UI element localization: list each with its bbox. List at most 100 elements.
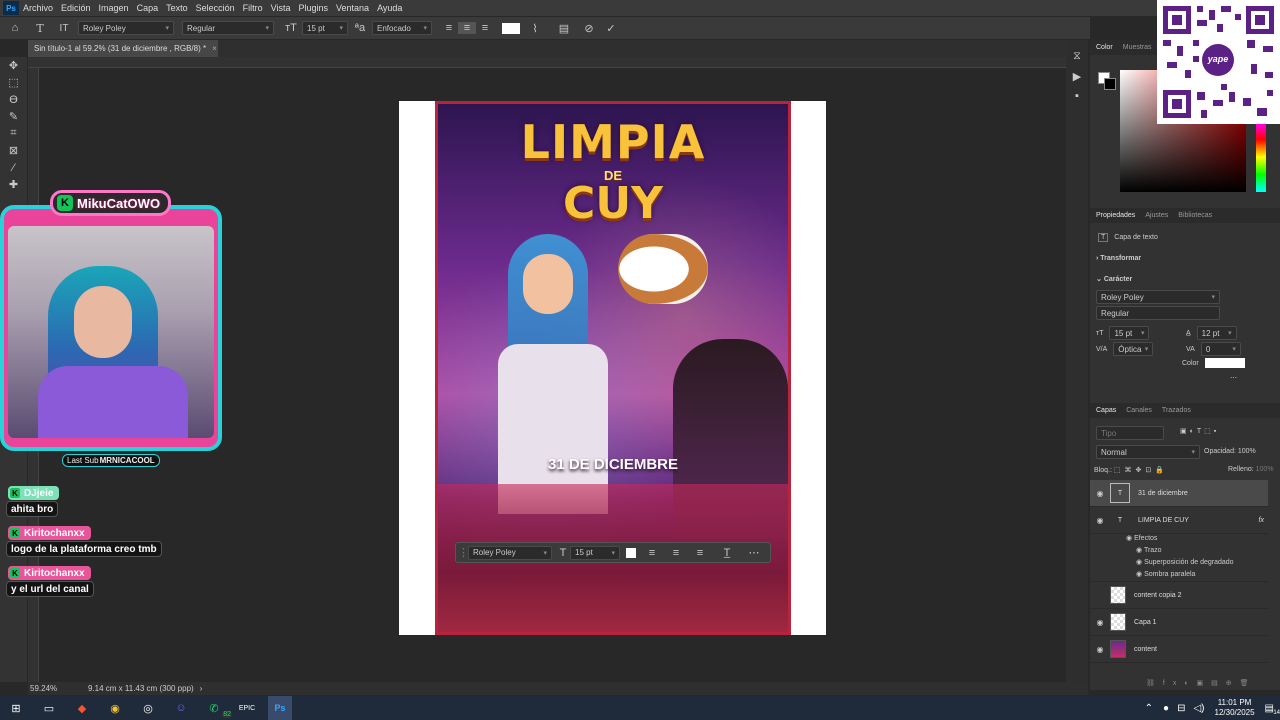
windows-start-icon[interactable]: ⊞ bbox=[4, 696, 28, 720]
document-tab[interactable]: Sin título-1 al 59.2% (31 de diciembre ,… bbox=[28, 40, 218, 57]
layer-row[interactable]: ◉ T LIMPIA DE CUY fx bbox=[1090, 507, 1268, 534]
tab-ajustes[interactable]: Ajustes bbox=[1145, 212, 1168, 219]
close-tab-icon[interactable]: × bbox=[212, 44, 217, 53]
effect-row[interactable]: ◉ Superposición de degradado bbox=[1090, 558, 1268, 570]
transform-section[interactable]: › Transformar bbox=[1096, 255, 1141, 262]
lasso-tool-icon[interactable]: ϴ bbox=[0, 91, 27, 108]
layer-filter-icons[interactable]: ▣◐T⬚▪ bbox=[1180, 427, 1219, 435]
antialias-select[interactable]: Enfocado ▾ bbox=[372, 21, 432, 35]
play-actions-icon[interactable]: ▶ bbox=[1066, 70, 1088, 90]
eye-icon[interactable]: ◉ bbox=[1090, 516, 1110, 525]
menu-plugins[interactable]: Plugins bbox=[299, 3, 329, 13]
menu-seleccion[interactable]: Selección bbox=[196, 3, 235, 13]
eye-icon[interactable]: ◉ bbox=[1090, 489, 1110, 498]
properties-kerning-select[interactable]: Óptica ▾ bbox=[1113, 342, 1154, 356]
warp-text-icon[interactable]: T̲ bbox=[712, 547, 742, 559]
fill-value[interactable]: 100% bbox=[1256, 466, 1274, 473]
brave-browser-icon[interactable]: ◆ bbox=[70, 696, 94, 720]
more-options-icon[interactable]: ⋯ bbox=[742, 546, 766, 559]
font-family-select[interactable]: Roley Poley ▾ bbox=[78, 21, 174, 35]
properties-tracking-input[interactable]: 0 ▾ bbox=[1200, 342, 1241, 356]
background-color-swatch[interactable] bbox=[1104, 78, 1116, 90]
notification-center-icon[interactable]: ▤ 14 bbox=[1265, 703, 1280, 716]
font-style-select[interactable]: Regular ▾ bbox=[182, 21, 274, 35]
properties-style-select[interactable]: Regular bbox=[1096, 306, 1220, 320]
photoshop-logo-icon[interactable]: Ps bbox=[3, 1, 19, 15]
tab-color[interactable]: Color bbox=[1096, 44, 1113, 51]
commit-check-icon[interactable]: ✓ bbox=[600, 22, 622, 35]
type-tool-icon[interactable]: T bbox=[30, 22, 50, 35]
tab-muestras[interactable]: Muestras bbox=[1123, 44, 1152, 51]
warp-text-icon[interactable]: ⌇ bbox=[520, 22, 550, 35]
eye-icon[interactable]: ◉ bbox=[1136, 559, 1142, 566]
character-section[interactable]: ⌄ Carácter bbox=[1096, 275, 1132, 283]
more-icon[interactable]: ⋯ bbox=[1230, 374, 1237, 382]
layer-row[interactable]: ◉ T 31 de diciembre bbox=[1090, 480, 1268, 507]
lock-icons[interactable]: ⬚⌘✥⊡🔒 bbox=[1114, 467, 1168, 474]
layers-footer-icons[interactable]: ⛓fx◐▣▤⊕🗑 bbox=[1146, 679, 1257, 687]
menu-archivo[interactable]: Archivo bbox=[23, 3, 53, 13]
hue-slider[interactable] bbox=[1256, 122, 1266, 192]
menu-texto[interactable]: Texto bbox=[166, 3, 188, 13]
discord-icon[interactable]: ☺ bbox=[169, 696, 193, 720]
text-color-swatch[interactable] bbox=[502, 22, 520, 34]
frame-tool-icon[interactable]: ⊠ bbox=[0, 142, 27, 159]
layers-filter-input[interactable]: Tipo bbox=[1096, 426, 1164, 440]
properties-color-swatch[interactable] bbox=[1204, 358, 1245, 368]
history-icon[interactable]: ⧖ bbox=[1066, 50, 1088, 70]
tab-bibliotecas[interactable]: Bibliotecas bbox=[1178, 212, 1212, 219]
drag-handle-icon[interactable]: ⋮ bbox=[458, 546, 469, 559]
photoshop-taskbar-icon[interactable]: Ps bbox=[268, 696, 292, 720]
home-icon[interactable]: ⌂ bbox=[0, 22, 30, 34]
menu-capa[interactable]: Capa bbox=[137, 3, 159, 13]
effect-row[interactable]: ◉ Trazo bbox=[1090, 546, 1268, 558]
healing-tool-icon[interactable]: ✚ bbox=[0, 176, 27, 193]
chevron-up-icon[interactable]: ⌃ bbox=[1145, 703, 1153, 714]
epic-games-icon[interactable]: EPIC bbox=[235, 696, 259, 720]
whatsapp-icon[interactable]: ✆ 82 bbox=[202, 696, 232, 720]
align-center-icon[interactable]: ≡ bbox=[664, 547, 688, 559]
menu-vista[interactable]: Vista bbox=[271, 3, 291, 13]
crop-tool-icon[interactable]: ⌗ bbox=[0, 125, 27, 142]
eye-icon[interactable]: ◉ bbox=[1126, 535, 1132, 542]
comments-icon[interactable]: ▪ bbox=[1066, 90, 1088, 110]
menu-imagen[interactable]: Imagen bbox=[99, 3, 129, 13]
eye-icon[interactable]: ◉ bbox=[1090, 618, 1110, 627]
properties-font-select[interactable]: Roley Poley ▾ bbox=[1096, 290, 1220, 304]
effects-row[interactable]: ◉ Efectos bbox=[1090, 534, 1268, 546]
move-tool-icon[interactable]: ✥ bbox=[0, 57, 27, 74]
marquee-tool-icon[interactable]: ⬚ bbox=[0, 74, 27, 91]
floating-size-select[interactable]: 15 pt ▾ bbox=[570, 545, 620, 560]
font-size-select[interactable]: 15 pt ▾ bbox=[302, 21, 348, 35]
menu-filtro[interactable]: Filtro bbox=[243, 3, 263, 13]
chevron-right-icon[interactable]: › bbox=[200, 684, 203, 693]
align-left-icon[interactable]: ≡ bbox=[640, 547, 664, 559]
blend-mode-select[interactable]: Normal ▾ bbox=[1096, 445, 1200, 459]
character-panel-icon[interactable]: ▤ bbox=[550, 22, 578, 35]
cancel-icon[interactable]: ⊘ bbox=[578, 22, 600, 35]
tab-propiedades[interactable]: Propiedades bbox=[1096, 212, 1135, 219]
align-right-icon[interactable]: ≡ bbox=[476, 22, 494, 34]
text-orientation-icon[interactable]: IT bbox=[50, 23, 78, 34]
poster-date-text[interactable]: 31 DE DICIEMBRE bbox=[438, 456, 788, 473]
task-view-icon[interactable]: ▭ bbox=[37, 696, 61, 720]
eye-icon[interactable]: ◉ bbox=[1136, 547, 1142, 554]
network-icon[interactable]: ⊟ bbox=[1177, 703, 1185, 714]
properties-size-input[interactable]: 15 pt ▾ bbox=[1109, 326, 1150, 340]
eye-icon[interactable]: ◉ bbox=[1136, 571, 1142, 578]
properties-leading-input[interactable]: 12 pt ▾ bbox=[1196, 326, 1237, 340]
menu-edicion[interactable]: Edición bbox=[61, 3, 91, 13]
obs-icon[interactable]: ◎ bbox=[136, 696, 160, 720]
layer-row[interactable]: ◉ content bbox=[1090, 636, 1268, 663]
tab-trazados[interactable]: Trazados bbox=[1162, 407, 1191, 414]
layer-row[interactable]: ◉ Capa 1 bbox=[1090, 609, 1268, 636]
align-right-icon[interactable]: ≡ bbox=[688, 547, 712, 559]
menu-ventana[interactable]: Ventana bbox=[336, 3, 369, 13]
opacity-value[interactable]: 100% bbox=[1238, 448, 1256, 455]
eyedropper-tool-icon[interactable]: ⁄ bbox=[0, 159, 27, 176]
floating-color-swatch[interactable] bbox=[626, 547, 636, 558]
effect-row[interactable]: ◉ Sombra paralela bbox=[1090, 570, 1268, 582]
menu-ayuda[interactable]: Ayuda bbox=[377, 3, 402, 13]
align-left-icon[interactable]: ≡ bbox=[440, 22, 458, 34]
fx-icon[interactable]: fx bbox=[1259, 517, 1264, 524]
